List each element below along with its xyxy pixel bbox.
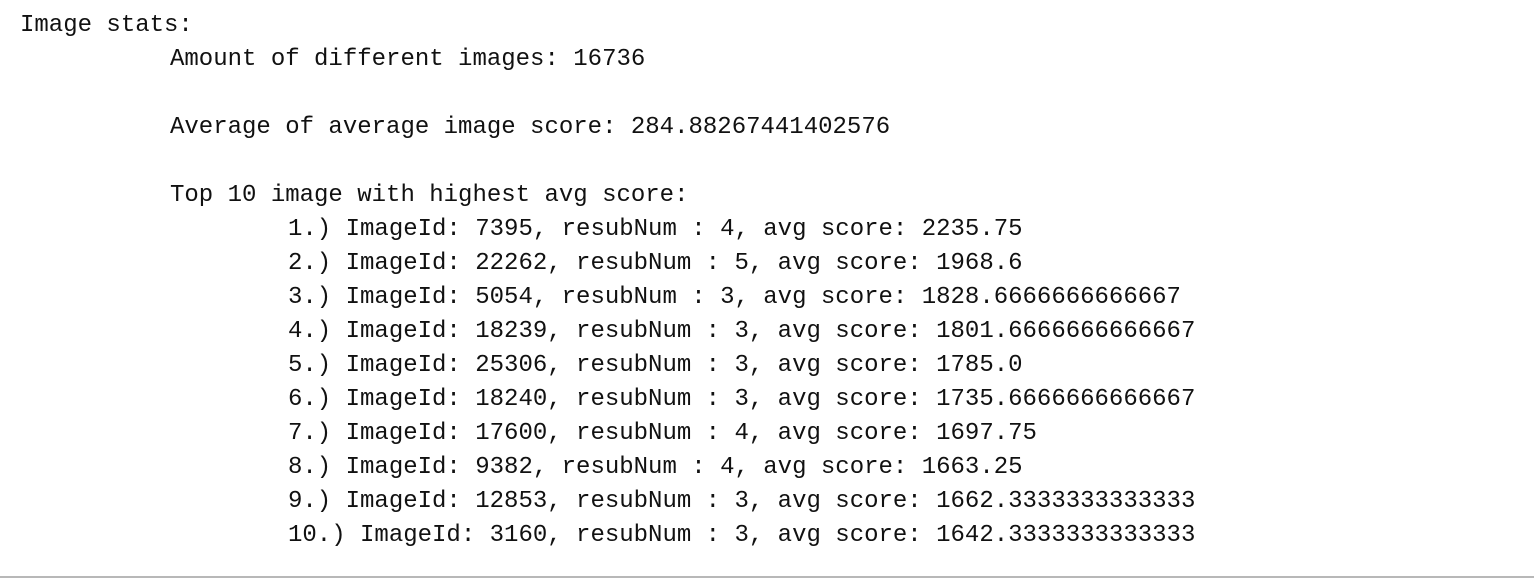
top-list-header: Top 10 image with highest avg score: xyxy=(170,182,689,209)
console-output: Image stats: Amount of different images:… xyxy=(0,0,1534,576)
amount-line: Amount of different images: 16736 xyxy=(170,46,646,73)
list-item: 9.) ImageId: 12853, resubNum : 3, avg sc… xyxy=(288,488,1196,515)
list-item: 10.) ImageId: 3160, resubNum : 3, avg sc… xyxy=(288,522,1196,549)
stats-header: Image stats: xyxy=(20,12,193,39)
list-item: 5.) ImageId: 25306, resubNum : 3, avg sc… xyxy=(288,352,1023,379)
average-line: Average of average image score: 284.8826… xyxy=(170,114,891,141)
list-item: 7.) ImageId: 17600, resubNum : 4, avg sc… xyxy=(288,420,1037,447)
list-item: 2.) ImageId: 22262, resubNum : 5, avg sc… xyxy=(288,250,1023,277)
list-item: 8.) ImageId: 9382, resubNum : 4, avg sco… xyxy=(288,454,1023,481)
list-item: 6.) ImageId: 18240, resubNum : 3, avg sc… xyxy=(288,386,1196,413)
list-item: 4.) ImageId: 18239, resubNum : 3, avg sc… xyxy=(288,318,1196,345)
list-item: 1.) ImageId: 7395, resubNum : 4, avg sco… xyxy=(288,216,1023,243)
list-item: 3.) ImageId: 5054, resubNum : 3, avg sco… xyxy=(288,284,1181,311)
